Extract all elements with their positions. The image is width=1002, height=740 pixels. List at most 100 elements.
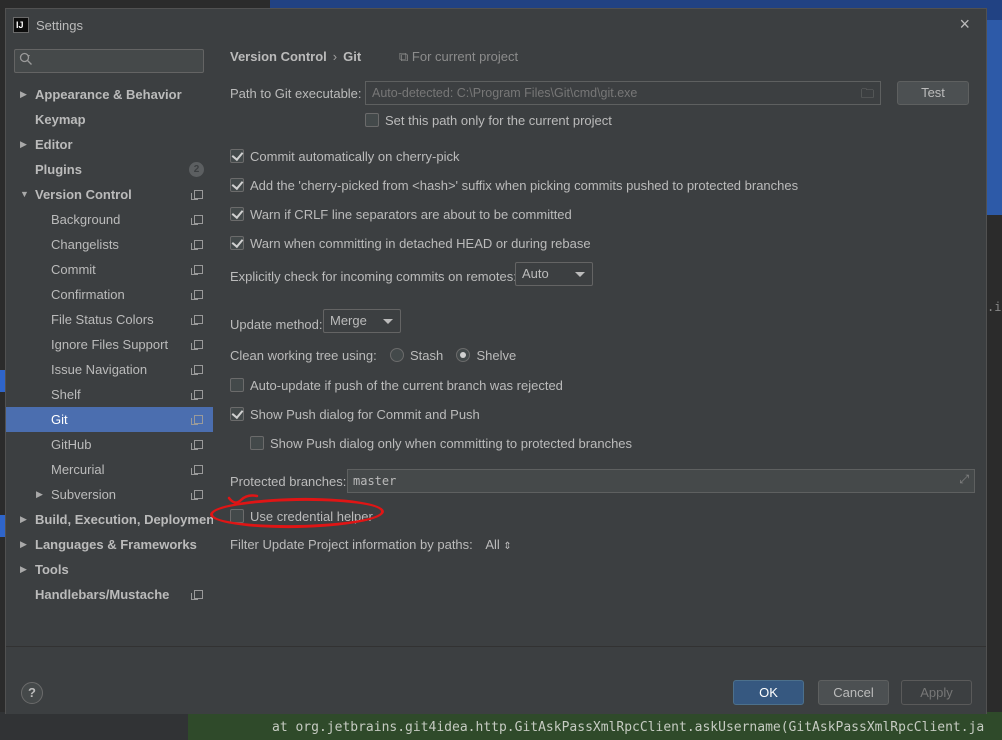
plugins-update-badge: 2 — [189, 162, 204, 177]
sidebar-item-commit[interactable]: Commit — [6, 257, 213, 282]
stash-label: Stash — [409, 348, 444, 363]
sidebar-item-keymap[interactable]: Keymap — [6, 107, 213, 132]
filter-update-select[interactable]: All ⇕ — [485, 537, 511, 552]
folder-icon[interactable]: 🗀 — [861, 85, 874, 104]
settings-search-input[interactable] — [14, 49, 204, 73]
intellij-icon: IJ — [13, 17, 29, 33]
incoming-commits-value: Auto — [522, 266, 549, 281]
chevron-right-icon: ▶ — [20, 89, 27, 99]
check-icon — [230, 207, 244, 221]
set-path-only-checkbox[interactable]: Set this path only for the current proje… — [365, 113, 612, 128]
sidebar-item-label: GitHub — [51, 437, 92, 452]
sidebar-item-git[interactable]: Git — [6, 407, 213, 432]
warn-crlf-label: Warn if CRLF line separators are about t… — [250, 207, 572, 222]
sidebar-item-appearance[interactable]: ▶ Appearance & Behavior — [6, 82, 213, 107]
sidebar-item-ignore-files[interactable]: Ignore Files Support — [6, 332, 213, 357]
update-method-select[interactable]: Merge — [323, 309, 401, 333]
sidebar-item-changelists[interactable]: Changelists — [6, 232, 213, 257]
breadcrumb-version-control[interactable]: Version Control — [230, 49, 327, 64]
sidebar-item-build[interactable]: ▶ Build, Execution, Deployment — [6, 507, 218, 532]
project-settings-icon — [191, 265, 203, 275]
sidebar-item-label: Plugins — [35, 162, 82, 177]
project-settings-icon — [191, 215, 203, 225]
sidebar-item-version-control[interactable]: ▼ Version Control — [6, 182, 213, 207]
chevron-down-icon: ▼ — [20, 189, 29, 199]
project-settings-icon — [191, 190, 203, 200]
dialog-footer: ? OK Cancel Apply — [6, 646, 986, 714]
sidebar-item-github[interactable]: GitHub — [6, 432, 213, 457]
sidebar-item-editor[interactable]: ▶ Editor — [6, 132, 213, 157]
cancel-button[interactable]: Cancel — [818, 680, 889, 705]
warn-detached-checkbox[interactable]: Warn when committing in detached HEAD or… — [230, 236, 591, 251]
project-settings-icon — [191, 465, 203, 475]
sidebar-item-issue-navigation[interactable]: Issue Navigation — [6, 357, 213, 382]
project-settings-icon — [191, 490, 203, 500]
sidebar-item-label: File Status Colors — [51, 312, 154, 327]
chevron-down-icon — [575, 272, 585, 277]
sidebar-item-file-status-colors[interactable]: File Status Colors — [6, 307, 213, 332]
sidebar-item-label: Appearance & Behavior — [35, 87, 182, 102]
ide-console-gutter — [0, 712, 188, 740]
sidebar-item-label: Ignore Files Support — [51, 337, 169, 352]
protected-branches-field[interactable]: master ⤢ — [347, 469, 975, 493]
show-push-dialog-checkbox[interactable]: Show Push dialog for Commit and Push — [230, 407, 480, 422]
project-settings-icon — [191, 365, 203, 375]
cherry-picked-suffix-checkbox[interactable]: Add the 'cherry-picked from <hash>' suff… — [230, 178, 798, 193]
git-path-field[interactable]: Auto-detected: C:\Program Files\Git\cmd\… — [365, 81, 881, 105]
auto-update-checkbox[interactable]: Auto-update if push of the current branc… — [230, 378, 563, 393]
sidebar-item-background[interactable]: Background — [6, 207, 213, 232]
clean-tree-row: Clean working tree using: Stash Shelve — [230, 348, 516, 363]
stash-radio[interactable]: Stash — [389, 348, 444, 363]
checkbox-box — [230, 378, 244, 392]
set-path-only-label: Set this path only for the current proje… — [385, 113, 612, 128]
sidebar-item-tools[interactable]: ▶ Tools — [6, 557, 213, 582]
radio-selected-icon — [456, 348, 471, 362]
use-credential-helper-checkbox[interactable]: Use credential helper — [230, 509, 373, 524]
settings-sidebar: ▶ Appearance & Behavior Keymap ▶ Editor … — [6, 43, 218, 646]
sidebar-item-label: Git — [51, 412, 68, 427]
filter-update-label: Filter Update Project information by pat… — [230, 537, 473, 552]
sidebar-item-subversion[interactable]: ▶ Subversion — [6, 482, 213, 507]
settings-tree: ▶ Appearance & Behavior Keymap ▶ Editor … — [6, 82, 218, 607]
sidebar-item-label: Handlebars/Mustache — [35, 587, 170, 602]
warn-crlf-checkbox[interactable]: Warn if CRLF line separators are about t… — [230, 207, 572, 222]
ok-button[interactable]: OK — [733, 680, 804, 705]
sidebar-item-mercurial[interactable]: Mercurial — [6, 457, 213, 482]
sidebar-item-label: Commit — [51, 262, 96, 277]
checkbox-box — [250, 436, 264, 450]
sidebar-item-label: Shelf — [51, 387, 81, 402]
breadcrumb: Version Control › Git — [230, 49, 361, 64]
sidebar-item-label: Keymap — [35, 112, 86, 127]
chevron-right-icon: ▶ — [20, 139, 27, 149]
project-settings-icon — [191, 315, 203, 325]
auto-update-label: Auto-update if push of the current branc… — [250, 378, 563, 393]
expand-icon[interactable]: ⤢ — [959, 472, 969, 487]
protected-branches-label: Protected branches: — [230, 474, 347, 489]
ide-code-fragment: .ie — [987, 300, 1002, 314]
sidebar-item-shelf[interactable]: Shelf — [6, 382, 213, 407]
red-annotation-tick — [227, 494, 259, 504]
incoming-commits-select[interactable]: Auto — [515, 262, 593, 286]
checkbox-box — [230, 509, 244, 523]
chevron-right-icon: ▶ — [36, 489, 43, 499]
sidebar-item-confirmation[interactable]: Confirmation — [6, 282, 213, 307]
dialog-title: Settings — [36, 18, 83, 33]
shelve-radio[interactable]: Shelve — [456, 348, 516, 363]
sidebar-item-handlebars[interactable]: Handlebars/Mustache — [6, 582, 213, 607]
sidebar-item-languages[interactable]: ▶ Languages & Frameworks — [6, 532, 213, 557]
close-icon[interactable]: × — [959, 14, 970, 35]
cherry-picked-suffix-label: Add the 'cherry-picked from <hash>' suff… — [250, 178, 799, 193]
commit-cherry-pick-checkbox[interactable]: Commit automatically on cherry-pick — [230, 149, 460, 164]
dialog-titlebar: IJ Settings × — [6, 9, 986, 43]
sidebar-item-plugins[interactable]: Plugins 2 — [6, 157, 213, 182]
test-button[interactable]: Test — [897, 81, 969, 105]
apply-button[interactable]: Apply — [901, 680, 972, 705]
check-icon — [230, 236, 244, 250]
help-icon[interactable]: ? — [21, 682, 43, 704]
project-settings-icon — [191, 415, 203, 425]
sidebar-item-label: Issue Navigation — [51, 362, 148, 377]
show-push-protected-checkbox[interactable]: Show Push dialog only when committing to… — [250, 436, 632, 451]
sidebar-item-label: Tools — [35, 562, 69, 577]
for-project-label: For current project — [411, 49, 519, 64]
project-settings-icon: ⧉ — [399, 49, 409, 64]
